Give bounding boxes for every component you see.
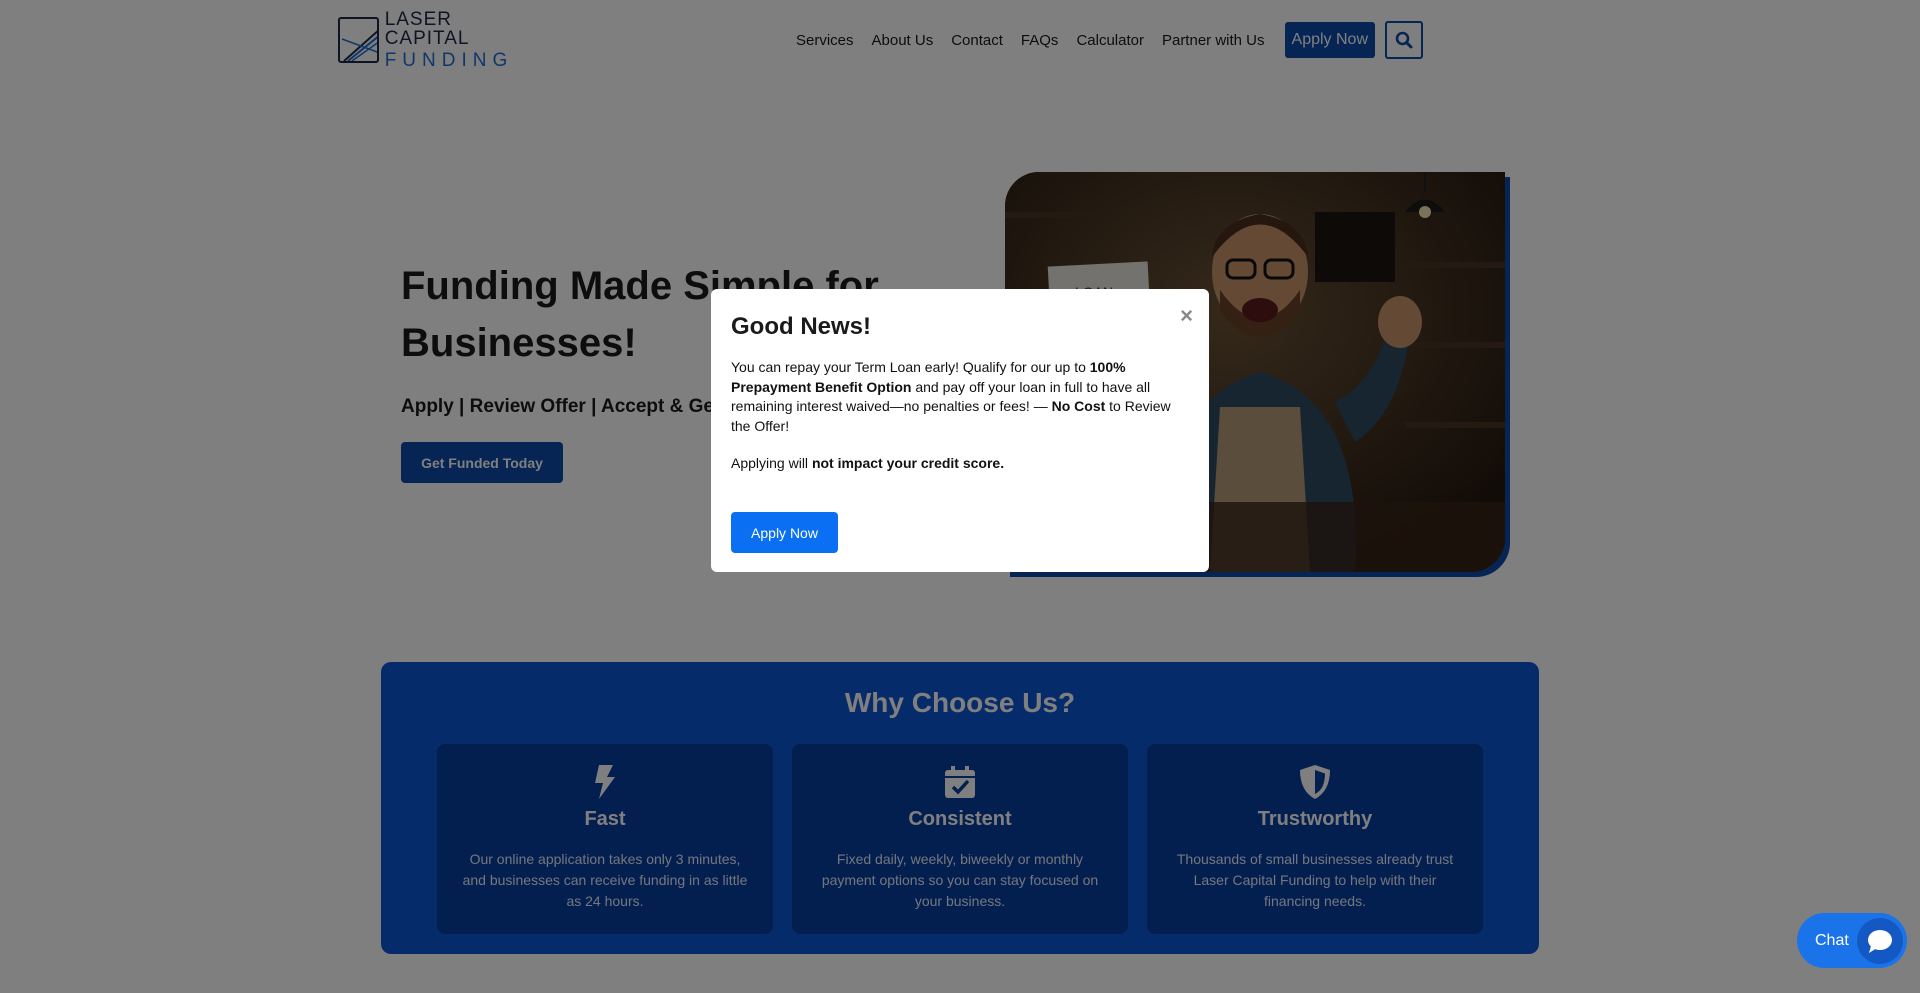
chat-bubble-icon (1857, 918, 1903, 964)
modal-text-bold: not impact your credit score. (811, 455, 1005, 472)
modal-credit-note: Applying will not impact your credit sco… (731, 455, 1189, 471)
modal-body: You can repay your Term Loan early! Qual… (731, 358, 1189, 436)
modal-text: Applying will (731, 455, 812, 472)
modal-text-bold: No Cost (1051, 398, 1106, 415)
chat-widget-button[interactable]: Chat (1797, 913, 1907, 968)
modal-title: Good News! (731, 313, 872, 340)
modal-text: You can repay your Term Loan early! Qual… (731, 359, 1090, 375)
modal-apply-now-button[interactable]: Apply Now (731, 512, 838, 553)
close-icon[interactable]: × (1180, 305, 1193, 327)
good-news-modal: × Good News! You can repay your Term Loa… (711, 289, 1209, 572)
chat-label: Chat (1815, 931, 1849, 949)
